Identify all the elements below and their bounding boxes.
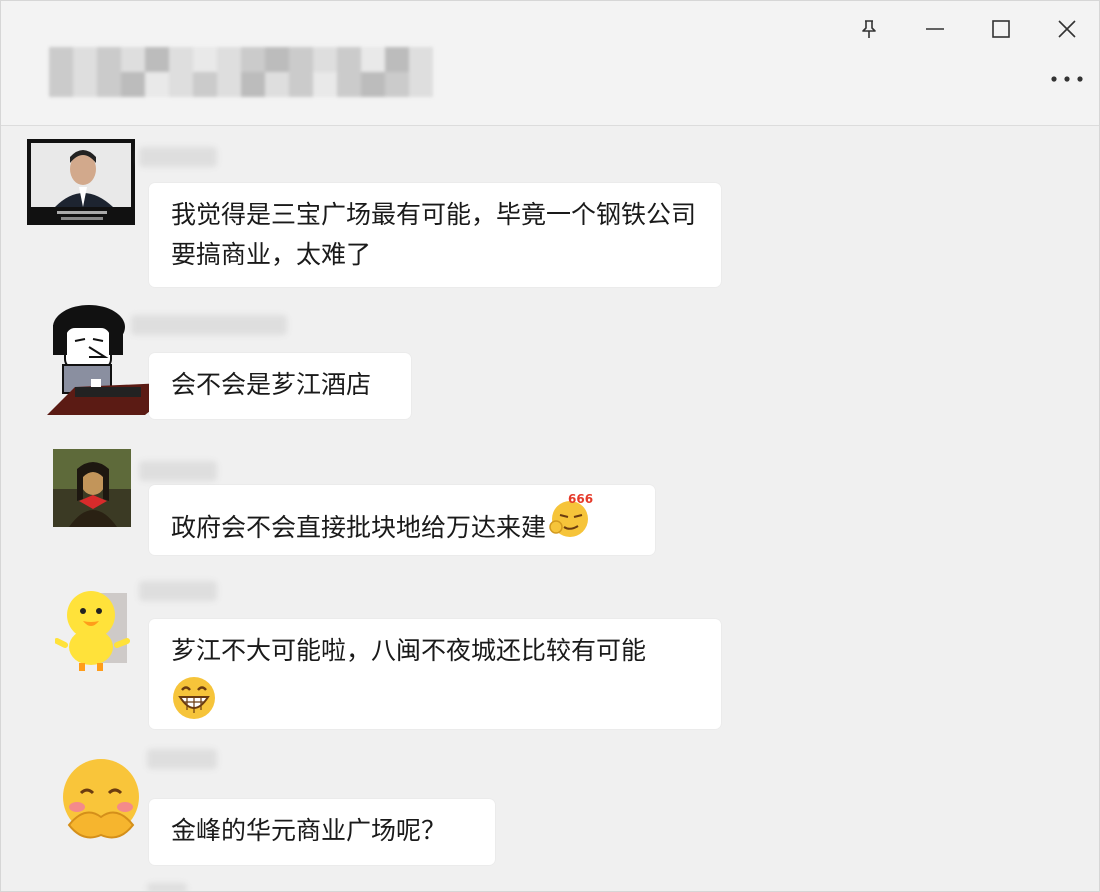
sender-name-blurred — [139, 581, 217, 601]
maximize-button[interactable] — [983, 11, 1019, 47]
avatar-photo-man — [27, 139, 135, 225]
pin-button[interactable] — [851, 11, 887, 47]
chat-window: 我觉得是三宝广场最有可能，毕竟一个钢铁公司要搞商业，太难了 会不会是芗江酒店 政… — [0, 0, 1100, 892]
close-icon — [1058, 20, 1076, 38]
message-text: 金峰的华元商业广场呢？ — [171, 816, 447, 845]
svg-text:666: 666 — [568, 492, 593, 506]
message-text: 政府会不会直接批块地给万达来建 — [171, 513, 547, 542]
avatar[interactable] — [55, 585, 131, 671]
message-bubble[interactable]: 我觉得是三宝广场最有可能，毕竟一个钢铁公司要搞商业，太难了 — [149, 183, 721, 287]
maximize-icon — [992, 20, 1010, 38]
message-text: 会不会是芗江酒店 — [171, 370, 372, 399]
sender-name-blurred — [139, 147, 217, 167]
666-emoji: 666 — [548, 491, 594, 551]
minimize-button[interactable] — [917, 11, 953, 47]
sender-name-blurred — [139, 461, 217, 481]
avatar[interactable] — [53, 449, 131, 527]
pin-icon — [862, 20, 876, 38]
blurred-chat-title — [49, 47, 433, 97]
more-options-button[interactable] — [1047, 65, 1087, 93]
message-bubble[interactable]: 会不会是芗江酒店 — [149, 353, 411, 419]
message-bubble[interactable]: 金峰的华元商业广场呢？ — [149, 799, 495, 865]
message-bubble[interactable]: 芗江不大可能啦，八闽不夜城还比较有可能 — [149, 619, 721, 729]
message-text: 芗江不大可能啦，八闽不夜城还比较有可能 — [171, 636, 647, 665]
title-bar — [1, 1, 1099, 126]
message-bubble[interactable]: 政府会不会直接批块地给万达来建 666 — [149, 485, 655, 555]
avatar-portrait-painting — [53, 449, 131, 527]
avatar-yellow-duck — [55, 591, 130, 671]
avatar-blushing-emoji — [63, 759, 139, 839]
message-list: 我觉得是三宝广场最有可能，毕竟一个钢铁公司要搞商业，太难了 会不会是芗江酒店 政… — [1, 127, 1099, 891]
more-icon — [1051, 76, 1083, 82]
sender-name-blurred — [131, 315, 287, 335]
minimize-icon — [926, 28, 944, 30]
avatar[interactable] — [59, 755, 145, 845]
message-text: 我觉得是三宝广场最有可能，毕竟一个钢铁公司要搞商业，太难了 — [171, 200, 697, 269]
sender-name-blurred — [147, 749, 217, 769]
grin-emoji — [171, 675, 217, 733]
avatar[interactable] — [27, 139, 135, 225]
close-button[interactable] — [1049, 11, 1085, 47]
sender-name-blurred — [147, 883, 187, 891]
